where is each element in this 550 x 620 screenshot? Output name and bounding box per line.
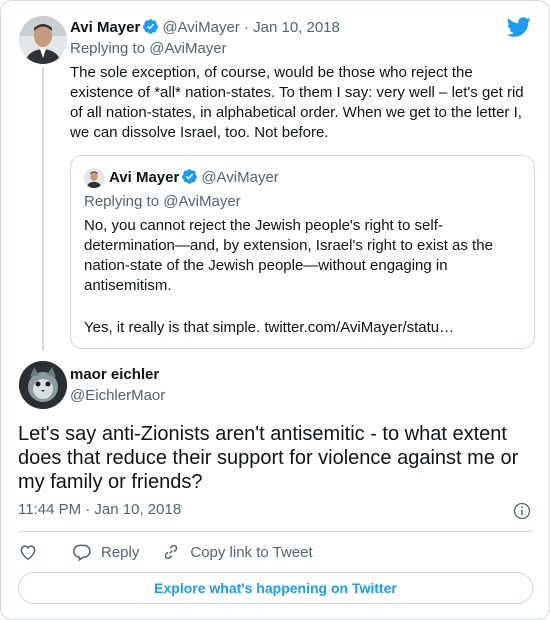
avatar-portrait-image: [84, 168, 104, 188]
twitter-bird-icon[interactable]: [507, 15, 531, 39]
copy-link-button[interactable]: Copy link to Tweet: [161, 542, 313, 562]
link-icon: [165, 544, 178, 560]
avatar-cat-image: [19, 361, 67, 409]
separator-dot: ·: [243, 19, 249, 36]
embedded-tweet-card: Avi Mayer @AviMayer · Jan 10, 2018 Replyi…: [0, 0, 550, 620]
replying-to[interactable]: Replying to @AviMayer: [70, 39, 227, 59]
reply-button[interactable]: Reply: [72, 542, 139, 562]
divider: [18, 531, 533, 532]
parent-tweet-text: The sole exception, of course, would be …: [70, 64, 524, 141]
author-name[interactable]: Avi Mayer: [70, 19, 140, 36]
verified-badge-icon: [143, 19, 159, 34]
quoted-tweet-header: Avi Mayer @AviMayer: [109, 168, 279, 188]
copy-link-label: Copy link to Tweet: [190, 543, 313, 561]
tweet-actions: Reply Copy link to Tweet: [18, 541, 313, 563]
parent-tweet-header: Avi Mayer @AviMayer · Jan 10, 2018: [70, 18, 340, 38]
quoted-author-handle: @AviMayer: [201, 169, 279, 186]
main-tweet-text: Let's say anti-Zionists aren't antisemit…: [18, 423, 519, 493]
quoted-tweet[interactable]: Avi Mayer @AviMayer Replying to @AviMayer…: [70, 155, 535, 349]
author-handle[interactable]: @AviMayer: [162, 19, 239, 36]
avatar-portrait-image: [19, 16, 67, 64]
quoted-author-name: Avi Mayer: [109, 169, 180, 186]
avatar-avi-mayer[interactable]: [19, 16, 67, 64]
reply-bubble-icon: [73, 544, 91, 562]
like-button[interactable]: [18, 542, 38, 562]
tweet-date[interactable]: Jan 10, 2018: [253, 19, 340, 36]
quoted-replying-to: Replying to @AviMayer: [84, 193, 241, 210]
verified-badge-icon: [182, 169, 198, 184]
reply-label: Reply: [101, 543, 140, 561]
avatar-maor-eichler[interactable]: [19, 361, 67, 409]
author-handle[interactable]: @EichlerMaor: [70, 386, 165, 406]
info-icon[interactable]: [512, 501, 532, 521]
quoted-tweet-text-link: Yes, it really is that simple. twitter.c…: [84, 319, 455, 336]
quoted-tweet-text: No, you cannot reject the Jewish people'…: [84, 217, 493, 294]
tweet-timestamp[interactable]: 11:44 PM · Jan 10, 2018: [18, 500, 181, 520]
avatar-avi-mayer-small: [84, 168, 104, 188]
thread-connector-line: [42, 67, 44, 350]
explore-twitter-button[interactable]: Explore what's happening on Twitter: [18, 572, 533, 604]
heart-icon: [20, 545, 36, 560]
author-name[interactable]: maor eichler: [70, 365, 159, 385]
